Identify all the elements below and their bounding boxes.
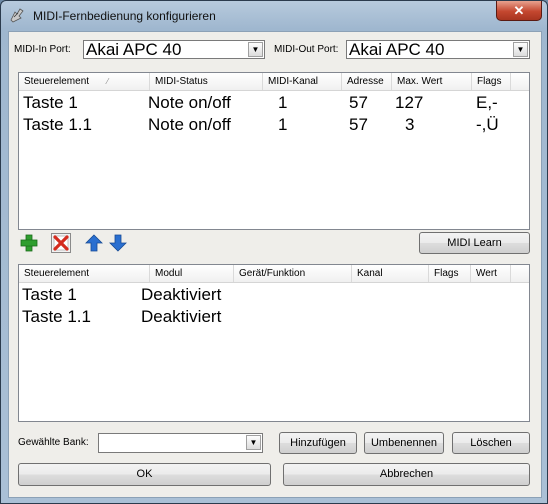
cell-flags: E,-: [476, 93, 498, 112]
add-mapping-button[interactable]: [19, 233, 39, 253]
midi-out-value: Akai APC 40: [349, 40, 445, 59]
cell-status: Note on/off: [148, 93, 231, 112]
delete-bank-button[interactable]: Löschen: [452, 432, 530, 454]
column-header[interactable]: Wert: [471, 265, 511, 282]
column-header[interactable]: Modul: [150, 265, 234, 282]
column-header[interactable]: MIDI-Status: [150, 73, 263, 90]
chevron-down-icon[interactable]: ▼: [513, 42, 528, 57]
bank-select[interactable]: ▼: [98, 433, 263, 453]
column-header[interactable]: Gerät/Funktion: [234, 265, 352, 282]
move-down-button[interactable]: [108, 233, 128, 253]
assignment-list[interactable]: Steuerelement Modul Gerät/Funktion Kanal…: [18, 264, 530, 422]
chevron-down-icon[interactable]: ▼: [248, 42, 263, 57]
cell-module: Deaktiviert: [141, 285, 222, 304]
cell-control: Taste 1.1: [22, 307, 91, 326]
column-header-label: Steuerelement: [24, 76, 90, 87]
title-bar[interactable]: MIDI-Fernbedienung konfigurieren ✕: [1, 1, 547, 31]
rename-bank-button[interactable]: Umbenennen: [364, 432, 444, 454]
midi-in-select[interactable]: Akai APC 40 ▼: [83, 40, 265, 59]
column-header[interactable]: Kanal: [352, 265, 429, 282]
column-header[interactable]: Adresse: [342, 73, 392, 90]
cell-address: 57: [349, 93, 368, 112]
midi-out-select[interactable]: Akai APC 40 ▼: [346, 40, 530, 59]
cell-channel: 1: [278, 115, 288, 134]
delete-mapping-button[interactable]: [51, 233, 71, 253]
cell-flags: -,Ü: [476, 115, 499, 134]
ok-button[interactable]: OK: [18, 463, 271, 486]
midi-learn-button[interactable]: MIDI Learn: [419, 232, 530, 254]
column-header[interactable]: Max. Wert: [392, 73, 472, 90]
sort-indicator-icon: ⁄: [107, 77, 109, 86]
column-header[interactable]: Steuerelement ⁄: [19, 73, 150, 90]
cell-max-value: 127: [395, 93, 424, 112]
arrow-up-icon: [85, 234, 103, 252]
table-row[interactable]: Taste 1.1 Deaktiviert: [19, 306, 529, 328]
add-bank-button[interactable]: Hinzufügen: [279, 432, 357, 454]
cell-max-value: 3: [405, 115, 415, 134]
column-header[interactable]: Flags: [472, 73, 511, 90]
move-up-button[interactable]: [84, 233, 104, 253]
midi-in-value: Akai APC 40: [86, 40, 182, 59]
cell-control: Taste 1: [23, 93, 78, 112]
column-header[interactable]: MIDI-Kanal: [263, 73, 342, 90]
cancel-button[interactable]: Abbrechen: [283, 463, 530, 486]
delete-x-icon: [53, 235, 69, 251]
bank-label: Gewählte Bank:: [18, 437, 89, 448]
column-header[interactable]: Flags: [429, 265, 471, 282]
window-title: MIDI-Fernbedienung konfigurieren: [33, 9, 216, 23]
assignment-list-header: Steuerelement Modul Gerät/Funktion Kanal…: [19, 265, 529, 283]
dialog-content: MIDI-In Port: Akai APC 40 ▼ MIDI-Out Por…: [8, 31, 542, 498]
arrow-down-icon: [109, 234, 127, 252]
table-row[interactable]: Taste 1 Note on/off 1 57 127 E,-: [19, 92, 529, 114]
mapping-list-header: Steuerelement ⁄ MIDI-Status MIDI-Kanal A…: [19, 73, 529, 91]
column-header[interactable]: Steuerelement: [19, 265, 150, 282]
plus-icon: [20, 234, 38, 252]
table-row[interactable]: Taste 1.1 Note on/off 1 57 3 -,Ü: [19, 114, 529, 136]
chevron-down-icon[interactable]: ▼: [246, 435, 261, 450]
midi-in-label: MIDI-In Port:: [14, 44, 71, 55]
midi-plug-icon: [9, 7, 25, 23]
dialog-window: MIDI-Fernbedienung konfigurieren ✕ MIDI-…: [0, 0, 548, 504]
midi-out-label: MIDI-Out Port:: [274, 44, 339, 55]
cell-control: Taste 1: [22, 285, 77, 304]
cell-module: Deaktiviert: [141, 307, 222, 326]
cell-control: Taste 1.1: [23, 115, 92, 134]
close-button[interactable]: ✕: [496, 1, 542, 21]
cell-channel: 1: [278, 93, 288, 112]
cell-status: Note on/off: [148, 115, 231, 134]
table-row[interactable]: Taste 1 Deaktiviert: [19, 284, 529, 306]
mapping-list[interactable]: Steuerelement ⁄ MIDI-Status MIDI-Kanal A…: [18, 72, 530, 230]
cell-address: 57: [349, 115, 368, 134]
